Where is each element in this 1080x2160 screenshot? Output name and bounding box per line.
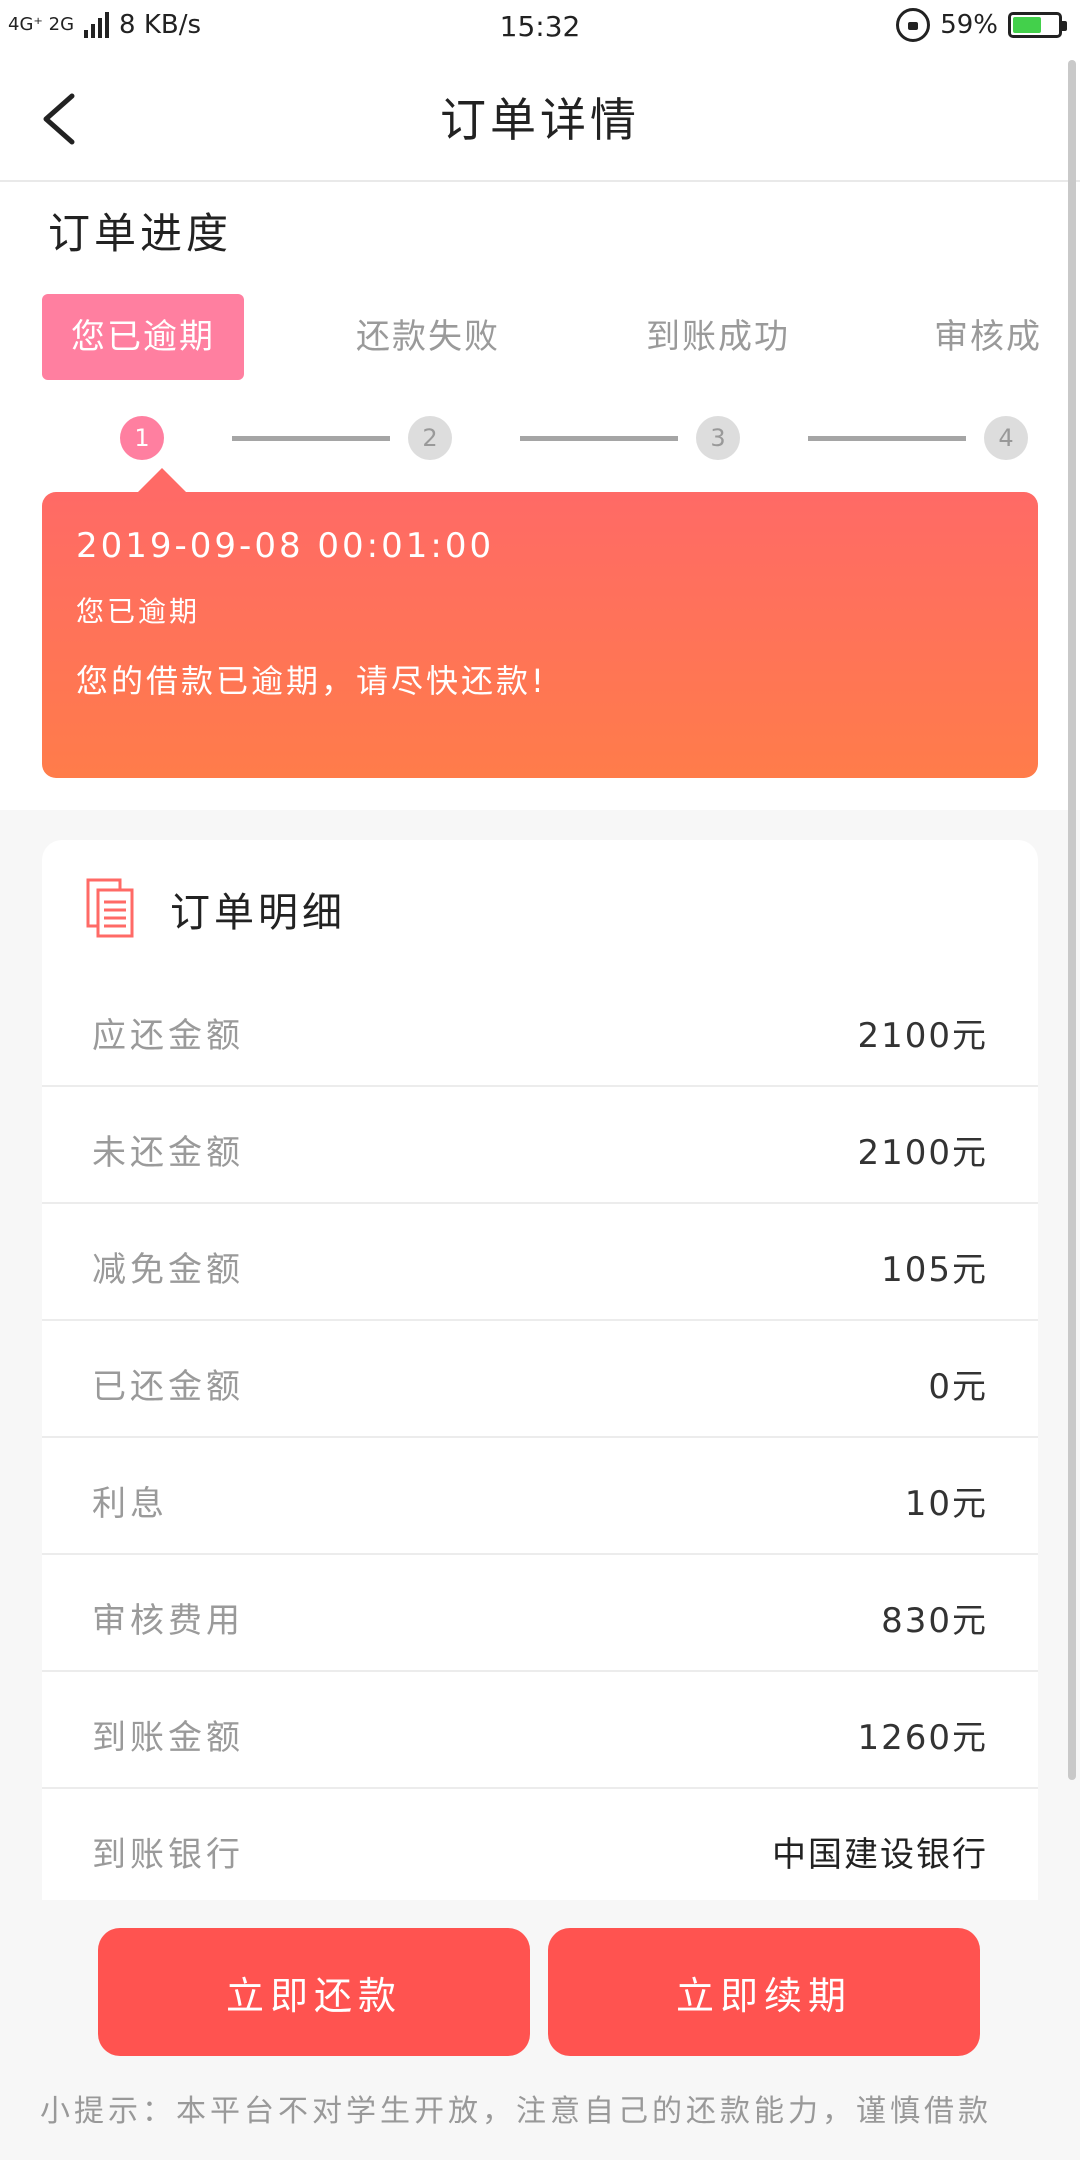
row-label: 审核费用	[92, 1601, 244, 1641]
row-label: 应还金额	[92, 1016, 244, 1056]
step-tab-review[interactable]: 审核成	[934, 294, 1080, 380]
step-dot-1: 1	[120, 416, 164, 460]
step-tab-overdue[interactable]: 您已逾期	[42, 294, 244, 380]
step-connector	[232, 436, 390, 441]
row-label: 到账银行	[92, 1835, 244, 1875]
scrollbar[interactable]	[1068, 60, 1076, 1780]
bottom-action-bar: 立即还款 立即续期 小提示：本平台不对学生开放，注意自己的还款能力，谨慎借款	[0, 1900, 1080, 2160]
row-value: 105元	[881, 1250, 988, 1290]
row-label: 减免金额	[92, 1250, 244, 1290]
step-dot-4: 4	[984, 416, 1028, 460]
repay-now-button[interactable]: 立即还款	[98, 1928, 530, 2056]
document-icon	[86, 878, 134, 938]
page-title: 订单详情	[440, 93, 640, 147]
row-value: 10元	[904, 1484, 988, 1524]
order-detail-card: 订单明细 应还金额 2100元 未还金额 2100元 减免金额 105元 已还金…	[42, 840, 1038, 1900]
step-dot-3: 3	[696, 416, 740, 460]
battery-icon	[1008, 12, 1067, 38]
status-info-card: 2019-09-08 00:01:00 您已逾期 您的借款已逾期，请尽快还款!	[42, 468, 1038, 778]
detail-row-arrived-amount: 到账金额 1260元	[42, 1672, 1038, 1789]
status-right: 59%	[896, 8, 1067, 42]
detail-card-title: 订单明细	[170, 890, 346, 936]
detail-row-due-amount: 应还金额 2100元	[42, 970, 1038, 1087]
detail-row-review-fee: 审核费用 830元	[42, 1555, 1038, 1672]
progress-step-tabs: 您已逾期 还款失败 到账成功 审核成	[42, 294, 1080, 380]
row-label: 利息	[92, 1484, 168, 1524]
step-dot-2: 2	[408, 416, 452, 460]
detail-row-waived-amount: 减免金额 105元	[42, 1204, 1038, 1321]
rotation-lock-icon	[896, 8, 931, 42]
step-tab-arrived[interactable]: 到账成功	[646, 294, 790, 380]
step-connector	[808, 436, 966, 441]
row-value: 0元	[928, 1367, 988, 1407]
order-progress-section: 订单进度 您已逾期 还款失败 到账成功 审核成 1 2 3 4 2019-09-…	[0, 182, 1080, 810]
progress-section-title: 订单进度	[48, 209, 233, 258]
detail-row-bank: 到账银行 中国建设银行	[42, 1789, 1038, 1904]
tip-text: 小提示：本平台不对学生开放，注意自己的还款能力，谨慎借款	[40, 2094, 992, 2129]
progress-step-indicator: 1 2 3 4	[0, 408, 1080, 468]
step-tab-repay-failed[interactable]: 还款失败	[356, 294, 500, 380]
row-label: 未还金额	[92, 1133, 244, 1173]
status-bar: 4G⁺ 2G 8 KB/s 15:32 59%	[0, 0, 1080, 54]
nav-bar: 订单详情	[0, 54, 1080, 182]
detail-row-unpaid-amount: 未还金额 2100元	[42, 1087, 1038, 1204]
battery-percent: 59%	[940, 10, 998, 40]
status-label: 您已逾期	[76, 595, 201, 628]
status-date: 2019-09-08 00:01:00	[76, 526, 495, 566]
detail-row-interest: 利息 10元	[42, 1438, 1038, 1555]
battery-fill	[1013, 17, 1042, 33]
status-message: 您的借款已逾期，请尽快还款!	[76, 662, 547, 700]
extend-now-button[interactable]: 立即续期	[548, 1928, 980, 2056]
row-value: 1260元	[857, 1718, 988, 1758]
detail-rows: 应还金额 2100元 未还金额 2100元 减免金额 105元 已还金额 0元 …	[42, 970, 1038, 1904]
row-value: 830元	[881, 1601, 988, 1641]
detail-card-header: 订单明细	[42, 840, 1038, 970]
row-value: 2100元	[857, 1016, 988, 1056]
row-label: 到账金额	[92, 1718, 244, 1758]
row-label: 已还金额	[92, 1367, 244, 1407]
detail-row-paid-amount: 已还金额 0元	[42, 1321, 1038, 1438]
step-connector	[520, 436, 678, 441]
row-value: 2100元	[857, 1133, 988, 1173]
row-value: 中国建设银行	[772, 1835, 988, 1875]
